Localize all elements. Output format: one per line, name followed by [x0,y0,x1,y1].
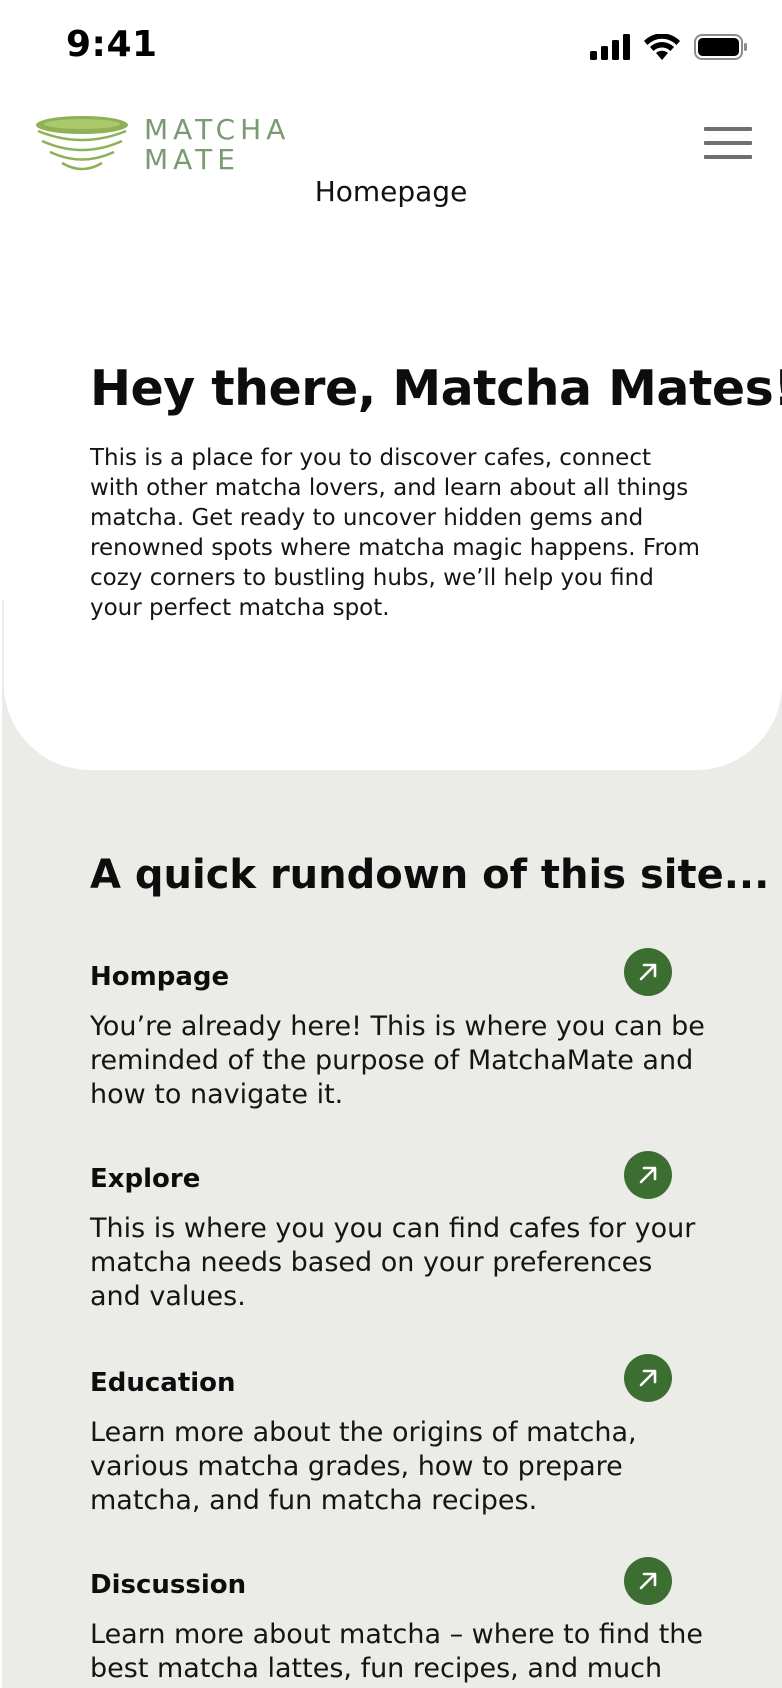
arrow-up-right-icon [639,1166,657,1184]
battery-icon [694,34,747,60]
rundown-item-discussion: Discussion Learn more about matcha – whe… [90,1570,710,1684]
status-icons [590,34,748,60]
hamburger-menu-icon[interactable] [704,127,752,163]
rundown-item-title: Hompage [90,962,230,992]
hero-section: Hey there, Matcha Mates! This is a place… [4,215,782,770]
rundown-item-explore: Explore This is where you you can find c… [90,1164,710,1312]
hero-body: This is a place for you to discover cafe… [90,445,700,621]
rundown-item-description: Learn more about the origins of matcha, … [90,1417,637,1516]
hero-title: Hey there, Matcha Mates! [90,360,782,417]
rundown-item-description: You’re already here! This is where you c… [90,1011,705,1110]
homepage-link-button[interactable] [624,948,672,996]
explore-link-button[interactable] [624,1151,672,1199]
rundown-item-title: Explore [90,1164,201,1194]
cellular-signal-icon [590,34,630,60]
header: MATCHA MATE Homepage [0,105,782,215]
rundown-title: A quick rundown of this site... [90,852,770,898]
matcha-bowl-logo-icon [36,116,128,171]
rundown-item-homepage: Hompage You’re already here! This is whe… [90,962,710,1110]
status-bar: 9:41 [0,0,782,92]
discussion-link-button[interactable] [624,1557,672,1605]
logo-text-line2: MATE [144,143,240,176]
rundown-item-title: Education [90,1368,236,1398]
rundown-item-education: Education Learn more about the origins o… [90,1368,710,1516]
logo-text: MATCHA MATE [144,115,290,175]
arrow-up-right-icon [639,1369,657,1387]
arrow-up-right-icon [639,1572,657,1590]
education-link-button[interactable] [624,1354,672,1402]
rundown-item-description: Learn more about matcha – where to find … [90,1619,703,1684]
arrow-up-right-icon [639,963,657,981]
page-title: Homepage [314,175,468,208]
logo[interactable]: MATCHA MATE [34,115,290,175]
status-time: 9:41 [66,24,158,65]
wifi-icon [644,34,680,60]
rundown-item-title: Discussion [90,1570,247,1600]
logo-text-line1: MATCHA [144,113,291,146]
rundown-item-description: This is where you you can find cafes for… [90,1213,696,1312]
